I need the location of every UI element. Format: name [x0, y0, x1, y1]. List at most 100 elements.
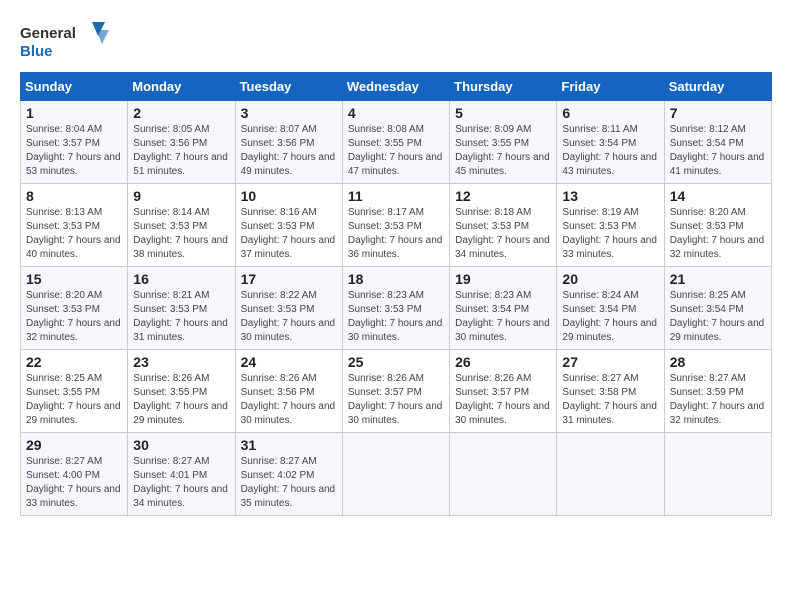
- calendar-cell: 1 Sunrise: 8:04 AMSunset: 3:57 PMDaylight…: [21, 101, 128, 184]
- calendar-cell: [557, 433, 664, 516]
- calendar-week-row: 8 Sunrise: 8:13 AMSunset: 3:53 PMDaylight…: [21, 184, 772, 267]
- day-info: Sunrise: 8:21 AMSunset: 3:53 PMDaylight:…: [133, 289, 229, 345]
- calendar-header-friday: Friday: [557, 73, 664, 101]
- logo-svg: General Blue: [20, 20, 110, 62]
- day-number: 28: [670, 354, 766, 370]
- day-number: 1: [26, 105, 122, 121]
- day-info: Sunrise: 8:07 AMSunset: 3:56 PMDaylight:…: [241, 123, 337, 179]
- calendar-cell: 10Sunrise: 8:16 AMSunset: 3:53 PMDayligh…: [235, 184, 342, 267]
- calendar-header-thursday: Thursday: [450, 73, 557, 101]
- day-info: Sunrise: 8:04 AMSunset: 3:57 PMDaylight:…: [26, 123, 122, 179]
- day-info: Sunrise: 8:23 AMSunset: 3:53 PMDaylight:…: [348, 289, 444, 345]
- day-number: 24: [241, 354, 337, 370]
- calendar-cell: 26 Sunrise: 8:26 AMSunset: 3:57 PMDayligh…: [450, 350, 557, 433]
- day-number: 21: [670, 271, 766, 287]
- calendar-cell: 17Sunrise: 8:22 AMSunset: 3:53 PMDayligh…: [235, 267, 342, 350]
- calendar-cell: 13 Sunrise: 8:19 AMSunset: 3:53 PMDayligh…: [557, 184, 664, 267]
- calendar-cell: [342, 433, 449, 516]
- calendar-cell: 22 Sunrise: 8:25 AMSunset: 3:55 PMDayligh…: [21, 350, 128, 433]
- calendar-cell: 14 Sunrise: 8:20 AMSunset: 3:53 PMDayligh…: [664, 184, 771, 267]
- day-number: 5: [455, 105, 551, 121]
- day-number: 25: [348, 354, 444, 370]
- calendar-cell: 11 Sunrise: 8:17 AMSunset: 3:53 PMDayligh…: [342, 184, 449, 267]
- day-number: 11: [348, 188, 444, 204]
- day-info: Sunrise: 8:27 AMSunset: 4:01 PMDaylight:…: [133, 455, 229, 511]
- day-info: Sunrise: 8:25 AMSunset: 3:54 PMDaylight:…: [670, 289, 766, 345]
- day-info: Sunrise: 8:25 AMSunset: 3:55 PMDaylight:…: [26, 372, 122, 428]
- day-number: 13: [562, 188, 658, 204]
- calendar-week-row: 1 Sunrise: 8:04 AMSunset: 3:57 PMDaylight…: [21, 101, 772, 184]
- svg-text:General: General: [20, 25, 76, 42]
- calendar-header-saturday: Saturday: [664, 73, 771, 101]
- calendar-cell: [450, 433, 557, 516]
- day-info: Sunrise: 8:26 AMSunset: 3:57 PMDaylight:…: [455, 372, 551, 428]
- calendar-table: SundayMondayTuesdayWednesdayThursdayFrid…: [20, 72, 772, 516]
- day-number: 18: [348, 271, 444, 287]
- calendar-week-row: 15Sunrise: 8:20 AMSunset: 3:53 PMDayligh…: [21, 267, 772, 350]
- day-info: Sunrise: 8:22 AMSunset: 3:53 PMDaylight:…: [241, 289, 337, 345]
- day-info: Sunrise: 8:13 AMSunset: 3:53 PMDaylight:…: [26, 206, 122, 262]
- calendar-cell: 29 Sunrise: 8:27 AMSunset: 4:00 PMDayligh…: [21, 433, 128, 516]
- day-info: Sunrise: 8:05 AMSunset: 3:56 PMDaylight:…: [133, 123, 229, 179]
- day-info: Sunrise: 8:12 AMSunset: 3:54 PMDaylight:…: [670, 123, 766, 179]
- day-number: 7: [670, 105, 766, 121]
- day-number: 6: [562, 105, 658, 121]
- calendar-week-row: 22 Sunrise: 8:25 AMSunset: 3:55 PMDayligh…: [21, 350, 772, 433]
- calendar-cell: 16 Sunrise: 8:21 AMSunset: 3:53 PMDayligh…: [128, 267, 235, 350]
- day-number: 14: [670, 188, 766, 204]
- day-info: Sunrise: 8:08 AMSunset: 3:55 PMDaylight:…: [348, 123, 444, 179]
- calendar-header-monday: Monday: [128, 73, 235, 101]
- day-number: 4: [348, 105, 444, 121]
- day-info: Sunrise: 8:27 AMSunset: 3:58 PMDaylight:…: [562, 372, 658, 428]
- day-number: 26: [455, 354, 551, 370]
- day-number: 29: [26, 437, 122, 453]
- header: General Blue: [20, 20, 772, 62]
- calendar-cell: 28Sunrise: 8:27 AMSunset: 3:59 PMDayligh…: [664, 350, 771, 433]
- calendar-header-row: SundayMondayTuesdayWednesdayThursdayFrid…: [21, 73, 772, 101]
- day-number: 3: [241, 105, 337, 121]
- calendar-cell: 9 Sunrise: 8:14 AMSunset: 3:53 PMDaylight…: [128, 184, 235, 267]
- day-number: 8: [26, 188, 122, 204]
- day-number: 31: [241, 437, 337, 453]
- day-info: Sunrise: 8:26 AMSunset: 3:55 PMDaylight:…: [133, 372, 229, 428]
- day-info: Sunrise: 8:19 AMSunset: 3:53 PMDaylight:…: [562, 206, 658, 262]
- day-info: Sunrise: 8:24 AMSunset: 3:54 PMDaylight:…: [562, 289, 658, 345]
- day-number: 27: [562, 354, 658, 370]
- calendar-cell: 30Sunrise: 8:27 AMSunset: 4:01 PMDayligh…: [128, 433, 235, 516]
- calendar-cell: [664, 433, 771, 516]
- day-info: Sunrise: 8:27 AMSunset: 4:00 PMDaylight:…: [26, 455, 122, 511]
- calendar-cell: 7 Sunrise: 8:12 AMSunset: 3:54 PMDaylight…: [664, 101, 771, 184]
- calendar-cell: 5 Sunrise: 8:09 AMSunset: 3:55 PMDaylight…: [450, 101, 557, 184]
- day-number: 22: [26, 354, 122, 370]
- day-info: Sunrise: 8:27 AMSunset: 4:02 PMDaylight:…: [241, 455, 337, 511]
- day-number: 16: [133, 271, 229, 287]
- day-info: Sunrise: 8:09 AMSunset: 3:55 PMDaylight:…: [455, 123, 551, 179]
- calendar-cell: 23 Sunrise: 8:26 AMSunset: 3:55 PMDayligh…: [128, 350, 235, 433]
- day-info: Sunrise: 8:26 AMSunset: 3:56 PMDaylight:…: [241, 372, 337, 428]
- calendar-header-sunday: Sunday: [21, 73, 128, 101]
- calendar-cell: 21 Sunrise: 8:25 AMSunset: 3:54 PMDayligh…: [664, 267, 771, 350]
- svg-text:Blue: Blue: [20, 43, 53, 60]
- day-number: 12: [455, 188, 551, 204]
- day-info: Sunrise: 8:11 AMSunset: 3:54 PMDaylight:…: [562, 123, 658, 179]
- calendar-cell: 24 Sunrise: 8:26 AMSunset: 3:56 PMDayligh…: [235, 350, 342, 433]
- calendar-header-wednesday: Wednesday: [342, 73, 449, 101]
- day-info: Sunrise: 8:20 AMSunset: 3:53 PMDaylight:…: [670, 206, 766, 262]
- calendar-cell: 6 Sunrise: 8:11 AMSunset: 3:54 PMDaylight…: [557, 101, 664, 184]
- calendar-cell: 4 Sunrise: 8:08 AMSunset: 3:55 PMDaylight…: [342, 101, 449, 184]
- calendar-cell: 25Sunrise: 8:26 AMSunset: 3:57 PMDayligh…: [342, 350, 449, 433]
- day-number: 9: [133, 188, 229, 204]
- day-number: 23: [133, 354, 229, 370]
- day-info: Sunrise: 8:14 AMSunset: 3:53 PMDaylight:…: [133, 206, 229, 262]
- day-info: Sunrise: 8:20 AMSunset: 3:53 PMDaylight:…: [26, 289, 122, 345]
- calendar-cell: 20 Sunrise: 8:24 AMSunset: 3:54 PMDayligh…: [557, 267, 664, 350]
- calendar-cell: 18 Sunrise: 8:23 AMSunset: 3:53 PMDayligh…: [342, 267, 449, 350]
- calendar-cell: 3 Sunrise: 8:07 AMSunset: 3:56 PMDaylight…: [235, 101, 342, 184]
- calendar-cell: 12Sunrise: 8:18 AMSunset: 3:53 PMDayligh…: [450, 184, 557, 267]
- day-info: Sunrise: 8:17 AMSunset: 3:53 PMDaylight:…: [348, 206, 444, 262]
- calendar-week-row: 29 Sunrise: 8:27 AMSunset: 4:00 PMDayligh…: [21, 433, 772, 516]
- calendar-cell: 19Sunrise: 8:23 AMSunset: 3:54 PMDayligh…: [450, 267, 557, 350]
- day-number: 20: [562, 271, 658, 287]
- calendar-cell: 27 Sunrise: 8:27 AMSunset: 3:58 PMDayligh…: [557, 350, 664, 433]
- calendar-header-tuesday: Tuesday: [235, 73, 342, 101]
